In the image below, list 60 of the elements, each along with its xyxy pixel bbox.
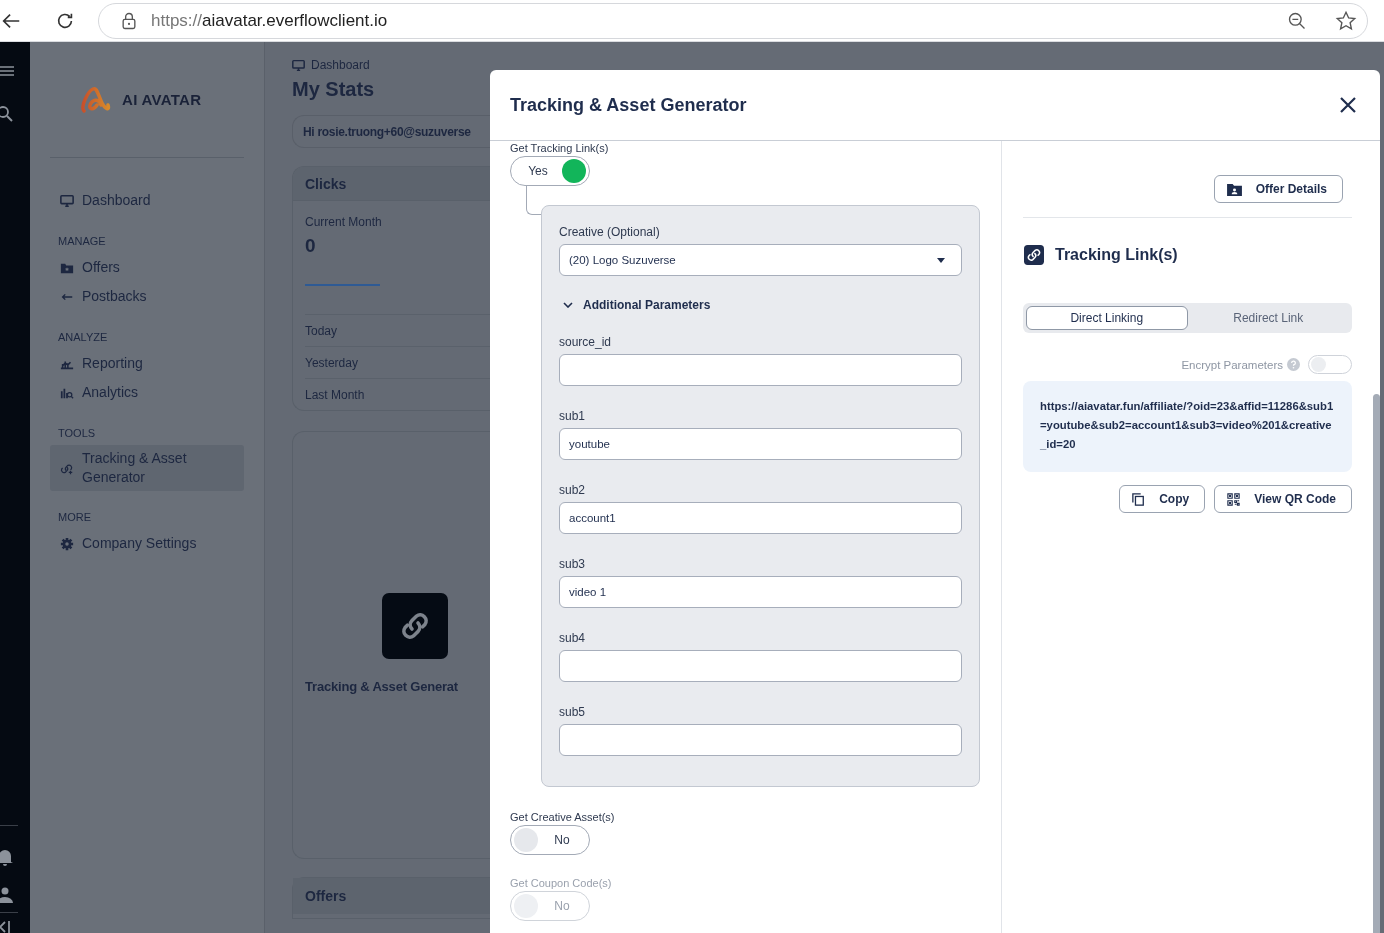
bell-icon[interactable] — [0, 848, 14, 866]
creative-dropdown[interactable]: (20) Logo Suzuverse — [559, 244, 962, 276]
action-button[interactable]: Copy — [1119, 485, 1206, 513]
section-heading: MANAGE — [58, 235, 107, 247]
input-field[interactable]: youtube — [559, 428, 962, 460]
field-label: sub4 — [559, 631, 587, 645]
zoom-out-icon[interactable] — [1287, 10, 1307, 31]
input-field[interactable] — [559, 354, 962, 386]
segment-tab[interactable]: Direct Linking — [1026, 306, 1188, 330]
card-title: Clicks — [293, 167, 490, 201]
logo-icon — [80, 84, 112, 115]
setting-label: Encrypt Parameters — [1181, 358, 1283, 371]
input-field[interactable] — [559, 724, 962, 756]
chevron-icon — [563, 302, 573, 308]
section-heading: ANALYZE — [58, 331, 109, 343]
folder-icon — [1226, 182, 1242, 196]
section-heading: TOOLS — [58, 427, 97, 439]
segment-tab[interactable]: Redirect Link — [1187, 306, 1349, 330]
scrollbar[interactable] — [1373, 394, 1380, 933]
section-heading: Tracking Link(s) — [1055, 246, 1178, 264]
logo-text: AI AVATAR — [122, 91, 202, 108]
expand-toggle[interactable]: Additional Parameters — [563, 298, 711, 312]
monitor-icon — [292, 58, 305, 72]
field-label: Creative (Optional) — [559, 225, 661, 239]
link-icon — [1023, 245, 1045, 265]
close-icon — [1340, 97, 1356, 113]
period-label: Current Month — [305, 215, 383, 229]
section-heading: MORE — [58, 511, 92, 523]
monitor-icon — [60, 193, 74, 208]
offer-details-button[interactable]: Offer Details — [1213, 175, 1343, 203]
copy-icon — [1132, 492, 1146, 506]
field-label: source_id — [559, 335, 613, 349]
field-label: sub5 — [559, 705, 587, 719]
click-count: 0 — [305, 235, 317, 257]
field-label: sub2 — [559, 483, 587, 497]
field-label: sub3 — [559, 557, 587, 571]
input-field[interactable]: account1 — [559, 502, 962, 534]
menu-icon[interactable] — [0, 64, 14, 78]
url-text: https://aiavatar.everflowclient.io — [151, 10, 389, 31]
caret-icon — [937, 257, 945, 263]
field-label: sub1 — [559, 409, 587, 423]
search-icon[interactable] — [0, 106, 14, 122]
toggle-label: Get Creative Asset(s) — [510, 811, 616, 823]
page-title: My Stats — [292, 78, 376, 101]
tracking-link-box: https://aiavatar.fun/affiliate/?oid=23&affid=11286&sub1=youtube&sub2=account1&sub3=video%201&creative_id=20 — [1023, 381, 1352, 472]
close-button[interactable] — [1340, 97, 1356, 113]
star-icon[interactable] — [1335, 9, 1357, 32]
connector-line — [526, 186, 541, 215]
gear-icon — [60, 536, 74, 551]
toggle-label: Get Tracking Link(s) — [510, 142, 610, 154]
user-icon[interactable] — [0, 886, 14, 904]
dialog-title: Tracking & Asset Generator — [510, 94, 747, 116]
card-title: Offers — [293, 878, 490, 914]
action-button[interactable]: View QR Code — [1214, 485, 1352, 513]
qr-code-icon — [1227, 492, 1241, 506]
input-field[interactable]: video 1 — [559, 576, 962, 608]
toggle-label: Get Coupon Code(s) — [510, 877, 613, 889]
input-field[interactable] — [559, 650, 962, 682]
link-icon — [60, 461, 74, 475]
tool-title: Tracking & Asset Generat — [305, 679, 458, 694]
